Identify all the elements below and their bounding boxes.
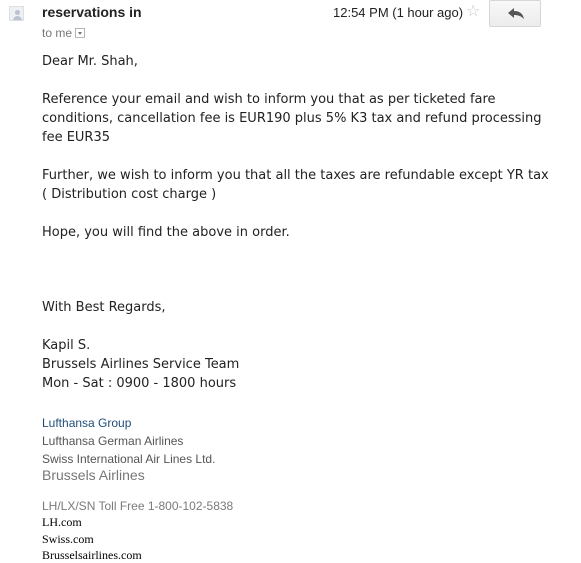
- paragraph2-line2: ( Distribution cost charge ): [42, 187, 217, 202]
- message-timestamp: 12:54 PM (1 hour ago): [333, 5, 464, 20]
- footer-link-lh[interactable]: LH.com: [42, 515, 82, 530]
- paragraph1-line2: conditions, cancellation fee is EUR190 p…: [42, 111, 542, 126]
- paragraph1-line1: Reference your email and wish to inform …: [42, 92, 496, 107]
- sender-name[interactable]: reservations in: [42, 4, 142, 20]
- reply-icon: [508, 8, 524, 19]
- avatar-body-shape: [13, 16, 22, 20]
- message-header: reservations in 12:54 PM (1 hour ago) ☆ …: [0, 0, 581, 46]
- closing: With Best Regards,: [42, 300, 166, 315]
- signature-hours: Mon - Sat : 0900 - 1800 hours: [42, 376, 237, 391]
- footer-link-swiss[interactable]: Swiss.com: [42, 532, 94, 547]
- sender-avatar: [9, 6, 24, 21]
- recipient-label: to me: [42, 26, 73, 40]
- recipient-line: to me: [42, 26, 86, 40]
- paragraph3: Hope, you will find the above in order.: [42, 225, 290, 240]
- footer-airline-swiss: Swiss International Air Lines Ltd.: [42, 452, 216, 466]
- avatar-head-shape: [15, 10, 20, 15]
- footer-toll-free: LH/LX/SN Toll Free 1-800-102-5838: [42, 499, 234, 513]
- footer-airline-lufthansa: Lufthansa German Airlines: [42, 434, 184, 448]
- signature-name: Kapil S.: [42, 338, 91, 353]
- paragraph2-line1: Further, we wish to inform you that all …: [42, 168, 549, 183]
- footer-airline-brussels: Brussels Airlines: [42, 467, 145, 483]
- reply-button[interactable]: [489, 0, 541, 27]
- star-icon[interactable]: ☆: [466, 2, 480, 20]
- footer-group: Lufthansa Group: [42, 416, 132, 430]
- signature-team: Brussels Airlines Service Team: [42, 357, 240, 372]
- chevron-down-icon[interactable]: [75, 27, 86, 38]
- footer-link-brussels[interactable]: Brusselsairlines.com: [42, 548, 142, 563]
- greeting: Dear Mr. Shah,: [42, 54, 138, 69]
- paragraph1-line3: fee EUR35: [42, 130, 111, 145]
